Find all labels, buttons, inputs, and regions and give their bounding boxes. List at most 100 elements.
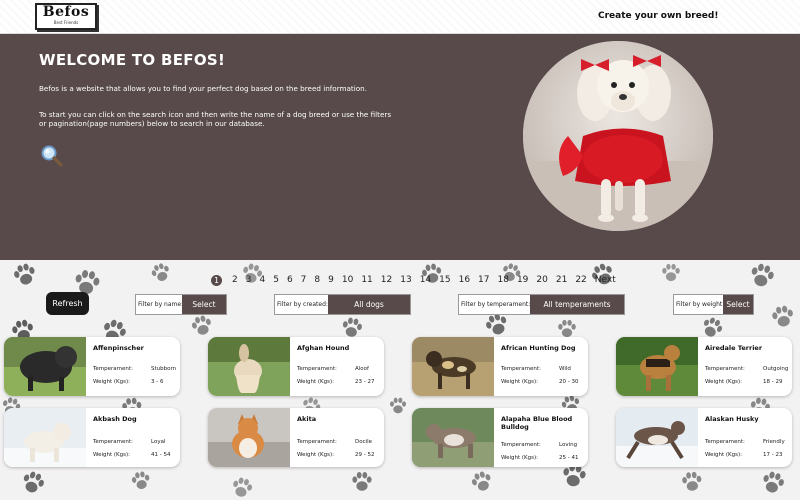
page-link[interactable]: 20 (536, 274, 547, 286)
temperament-label: Temperament: (501, 366, 541, 372)
breed-card[interactable]: Akita Temperament: Docile Weight (Kgs): … (208, 408, 384, 467)
page-link[interactable]: 8 (314, 274, 320, 286)
filter-name-label: Filter by name: (136, 295, 183, 314)
breed-photo (208, 408, 290, 467)
breed-name: Alaskan Husky (705, 415, 759, 423)
paw-print-icon (23, 471, 44, 493)
weight-value: 29 - 52 (355, 452, 375, 458)
temperament-value: Loving (559, 442, 578, 448)
page-link[interactable]: 9 (328, 274, 334, 286)
breed-photo (412, 408, 494, 467)
breed-card[interactable]: Affenpinscher Temperament: Stubborn Weig… (4, 337, 180, 396)
filter-temperament-select[interactable]: All temperaments (530, 295, 624, 314)
filter-created-select[interactable]: All dogs (328, 295, 410, 314)
filter-created-label: Filter by created: (275, 295, 328, 314)
paw-print-icon (131, 471, 150, 490)
filter-by-weight: Filter by weight: Select (673, 294, 754, 315)
paw-print-icon (14, 263, 35, 285)
page-link[interactable]: 15 (439, 274, 450, 286)
breed-name: Affenpinscher (93, 344, 144, 352)
paw-print-icon (772, 305, 793, 327)
page-link[interactable]: 22 (575, 274, 586, 286)
hero-banner: WELCOME TO BEFOS! Befos is a website tha… (0, 34, 800, 260)
paw-print-icon (151, 263, 169, 281)
temperament-value: Stubborn (151, 366, 177, 372)
refresh-button[interactable]: Refresh (46, 292, 89, 315)
breed-card[interactable]: Alaskan Husky Temperament: Friendly Weig… (616, 408, 792, 467)
hero-instructions-text: To start you can click on the search ico… (39, 110, 392, 128)
page-link[interactable]: 17 (478, 274, 489, 286)
page-link[interactable]: 7 (301, 274, 307, 286)
weight-label: Weight (Kgs): (705, 379, 743, 385)
page-link[interactable]: 21 (556, 274, 567, 286)
breed-photo (412, 337, 494, 396)
befos-logo[interactable]: Befos Best Friends (35, 3, 97, 30)
paw-print-icon (751, 263, 774, 287)
search-icon[interactable] (40, 144, 64, 168)
page-link[interactable]: 4 (259, 274, 265, 286)
page-link[interactable]: 16 (459, 274, 470, 286)
page-link[interactable]: 3 (246, 274, 252, 286)
page-link[interactable]: 12 (381, 274, 392, 286)
weight-label: Weight (Kgs): (93, 379, 131, 385)
temperament-value: Wild (559, 366, 571, 372)
weight-value: 41 - 54 (151, 452, 171, 458)
breed-card[interactable]: African Hunting Dog Temperament: Wild We… (412, 337, 588, 396)
page-link[interactable]: 2 (232, 274, 238, 286)
breed-photo (616, 408, 698, 467)
page-link[interactable]: 6 (287, 274, 293, 286)
temperament-label: Temperament: (705, 366, 745, 372)
temperament-label: Temperament: (93, 366, 133, 372)
weight-value: 3 - 6 (151, 379, 164, 385)
pagination: 1 2 3 4 5 6 7 8 9 10 11 12 13 14 15 16 1… (211, 273, 616, 287)
filter-by-temperament: Filter by temperament: All temperaments (458, 294, 625, 315)
filter-weight-select[interactable]: Select (723, 295, 753, 314)
breed-name: Airedale Terrier (705, 344, 763, 352)
page-link[interactable]: 11 (361, 274, 372, 286)
page-link[interactable]: 14 (420, 274, 431, 286)
breed-card[interactable]: Akbash Dog Temperament: Loyal Weight (Kg… (4, 408, 180, 467)
breed-photo (4, 408, 86, 467)
weight-value: 20 - 30 (559, 379, 579, 385)
weight-value: 23 - 27 (355, 379, 375, 385)
page-link[interactable]: 10 (342, 274, 353, 286)
filter-temperament-label: Filter by temperament: (459, 295, 530, 314)
page-current[interactable]: 1 (211, 274, 222, 286)
breed-name: Afghan Hound (297, 344, 350, 352)
breed-card[interactable]: Alapaha Blue Blood Bulldog Temperament: … (412, 408, 588, 467)
temperament-value: Docile (355, 439, 373, 445)
weight-label: Weight (Kgs): (93, 452, 131, 458)
next-page-link[interactable]: Next (595, 274, 616, 286)
hero-intro-text: Befos is a website that allows you to fi… (39, 84, 367, 93)
temperament-value: Aloof (355, 366, 369, 372)
create-breed-link[interactable]: Create your own breed! (598, 11, 718, 21)
temperament-label: Temperament: (297, 439, 337, 445)
top-bar: Befos Best Friends Create your own breed… (0, 0, 800, 34)
breed-photo (616, 337, 698, 396)
breed-name: African Hunting Dog (501, 344, 576, 352)
page-link[interactable]: 5 (273, 274, 279, 286)
paw-print-icon (233, 477, 253, 497)
weight-label: Weight (Kgs): (297, 452, 335, 458)
breed-card[interactable]: Afghan Hound Temperament: Aloof Weight (… (208, 337, 384, 396)
temperament-value: Friendly (763, 439, 785, 445)
temperament-label: Temperament: (501, 442, 541, 448)
page-link[interactable]: 13 (400, 274, 411, 286)
paw-print-icon (682, 471, 702, 491)
logo-subtext: Best Friends (53, 20, 79, 25)
weight-label: Weight (Kgs): (501, 455, 539, 461)
filter-name-select[interactable]: Select (182, 295, 226, 314)
paw-print-icon (662, 263, 680, 282)
page-link[interactable]: 19 (517, 274, 528, 286)
breed-card[interactable]: Airedale Terrier Temperament: Outgoing W… (616, 337, 792, 396)
breed-name: Akbash Dog (93, 415, 137, 423)
temperament-label: Temperament: (93, 439, 133, 445)
weight-label: Weight (Kgs): (501, 379, 539, 385)
breed-name: Alapaha Blue Blood Bulldog (501, 415, 573, 431)
filter-by-name: Filter by name: Select (135, 294, 227, 315)
weight-value: 17 - 23 (763, 452, 783, 458)
temperament-value: Loyal (151, 439, 166, 445)
filter-by-created: Filter by created: All dogs (274, 294, 411, 315)
paw-print-icon (390, 397, 406, 414)
page-link[interactable]: 18 (498, 274, 509, 286)
